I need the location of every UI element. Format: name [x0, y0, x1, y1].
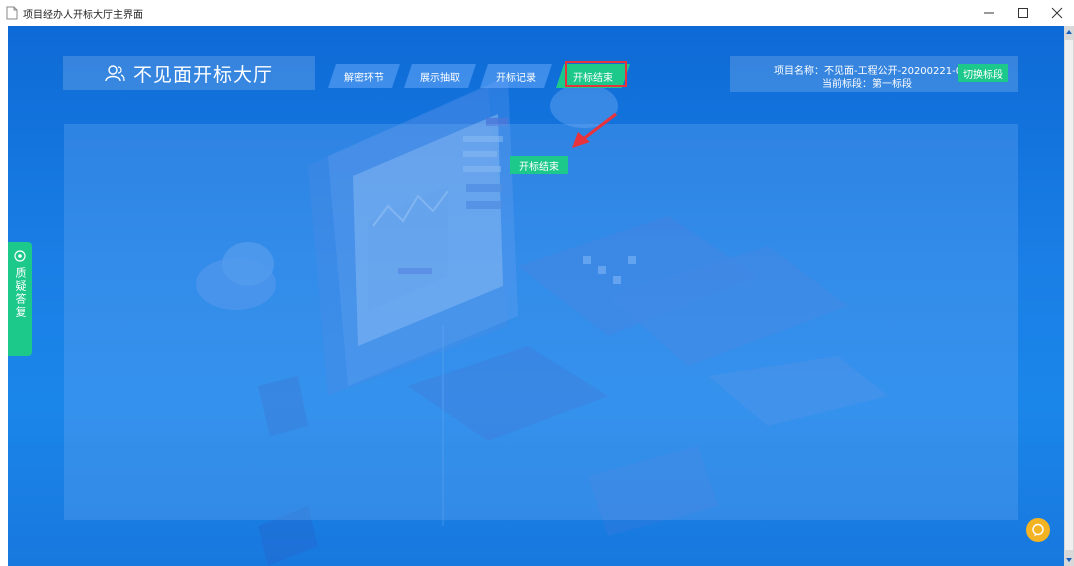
scroll-down-icon[interactable] [1064, 554, 1074, 566]
window-title: 项目经办人开标大厅主界面 [23, 9, 143, 21]
hall-stage: 不见面开标大厅 解密环节 展示抽取 开标记录 开标结束 项目名称：不见面-工程公… [8, 26, 1064, 566]
project-info-box: 项目名称：不见面-工程公开-20200221-001 当前标段：第一标段 切换标… [730, 56, 1018, 92]
document-icon [6, 6, 18, 20]
scroll-up-icon[interactable] [1064, 26, 1074, 38]
chat-button[interactable] [1026, 518, 1050, 542]
tab-label: 展示抽取 [420, 72, 460, 84]
question-reply-label: 质疑答复 [14, 267, 27, 319]
minimize-button[interactable] [972, 0, 1006, 26]
switch-section-button[interactable]: 切换标段 [958, 64, 1008, 82]
tab-display-extract[interactable]: 展示抽取 [404, 64, 476, 88]
hall-title-box: 不见面开标大厅 [63, 56, 315, 90]
hall-title: 不见面开标大厅 [132, 63, 273, 86]
tab-decrypt[interactable]: 解密环节 [328, 64, 400, 88]
question-reply-tab[interactable]: 质疑答复 [8, 242, 32, 356]
scrollbar-thumb[interactable] [1065, 40, 1073, 550]
main-panel [64, 124, 1018, 520]
annotation-highlight-box [565, 61, 627, 87]
minimize-icon [984, 12, 994, 14]
opening-end-tooltip: 开标结束 [510, 156, 568, 174]
maximize-icon [1018, 8, 1028, 18]
target-icon [14, 250, 26, 262]
users-icon [105, 65, 125, 82]
current-stage: 当前标段：第一标段 [822, 79, 912, 90]
chat-icon [1032, 523, 1044, 537]
maximize-button[interactable] [1006, 0, 1040, 26]
window-titlebar: 项目经办人开标大厅主界面 [0, 0, 1074, 26]
tab-label: 解密环节 [344, 72, 384, 84]
tab-label: 开标记录 [496, 72, 536, 84]
annotation-arrow-icon [572, 112, 617, 148]
tab-opening-record[interactable]: 开标记录 [480, 64, 552, 88]
close-button[interactable] [1040, 0, 1074, 26]
close-icon [1051, 7, 1063, 19]
vertical-scrollbar[interactable] [1064, 26, 1074, 566]
window-controls [972, 0, 1074, 26]
